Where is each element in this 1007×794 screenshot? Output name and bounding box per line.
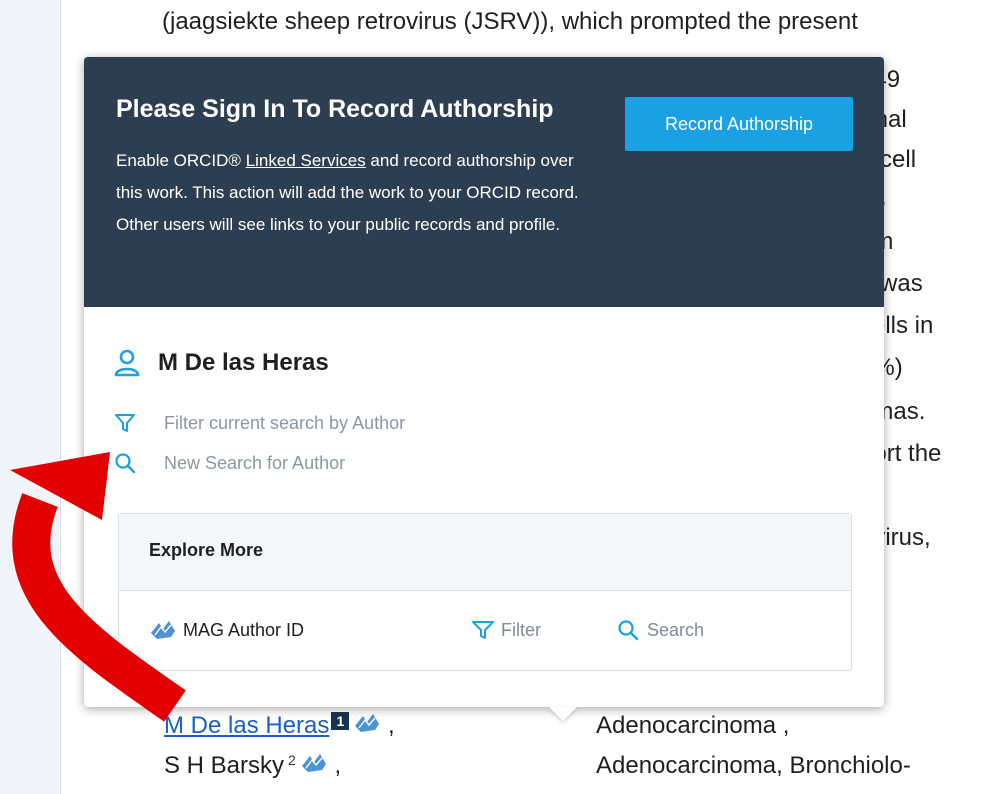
author-link[interactable]: M De las Heras	[164, 712, 329, 739]
mag-filter-button[interactable]: Filter	[471, 615, 571, 645]
author-affiliation-badge[interactable]: 1	[331, 712, 350, 730]
author-popover: Please Sign In To Record Authorship Enab…	[84, 57, 884, 721]
filter-action-label[interactable]: Filter current search by Author	[164, 409, 405, 437]
popover-description: Enable ORCID® Linked Services and record…	[116, 145, 586, 241]
explore-more-title: Explore More	[149, 540, 264, 560]
mag-icon	[149, 619, 177, 646]
author-affiliation-number: 2	[288, 752, 296, 768]
popover-title: Please Sign In To Record Authorship	[116, 95, 554, 123]
filter-icon	[114, 412, 136, 439]
keyword[interactable]: Adenocarcinoma, Bronchiolo-	[596, 752, 911, 780]
author-name: M De las Heras	[158, 349, 329, 376]
person-icon	[114, 349, 140, 382]
linked-services-link[interactable]: Linked Services	[246, 151, 366, 170]
mag-author-id-label: MAG Author ID	[183, 620, 305, 640]
search-icon	[617, 619, 639, 650]
explore-more-header: Explore More	[119, 514, 851, 591]
popover-pointer	[549, 707, 577, 721]
abstract-top-line: (jaagsiekte sheep retrovirus (JSRV)), wh…	[162, 8, 858, 35]
mag-search-label[interactable]: Search	[647, 615, 704, 645]
mag-filter-label[interactable]: Filter	[501, 615, 541, 645]
keyword[interactable]: Adenocarcinoma ,	[596, 712, 789, 740]
description-prefix: Enable ORCID®	[116, 151, 246, 170]
popover-header: Please Sign In To Record Authorship Enab…	[84, 57, 884, 307]
author-entry: M De las Heras 1 ,	[164, 712, 395, 741]
filter-icon	[471, 619, 495, 650]
record-authorship-button[interactable]: Record Authorship	[625, 97, 853, 151]
author-name[interactable]: S H Barsky	[164, 752, 284, 779]
mag-icon[interactable]	[300, 752, 328, 781]
mag-icon[interactable]	[353, 712, 381, 741]
explore-item-mag: MAG Author ID Filter Search	[119, 591, 851, 669]
search-icon	[114, 452, 136, 479]
mag-search-button[interactable]: Search	[617, 615, 727, 645]
author-entry: S H Barsky 2 ,	[164, 752, 341, 781]
search-action-label[interactable]: New Search for Author	[164, 449, 345, 477]
explore-more-panel: Explore More MAG Author ID Filter Search	[118, 513, 852, 671]
